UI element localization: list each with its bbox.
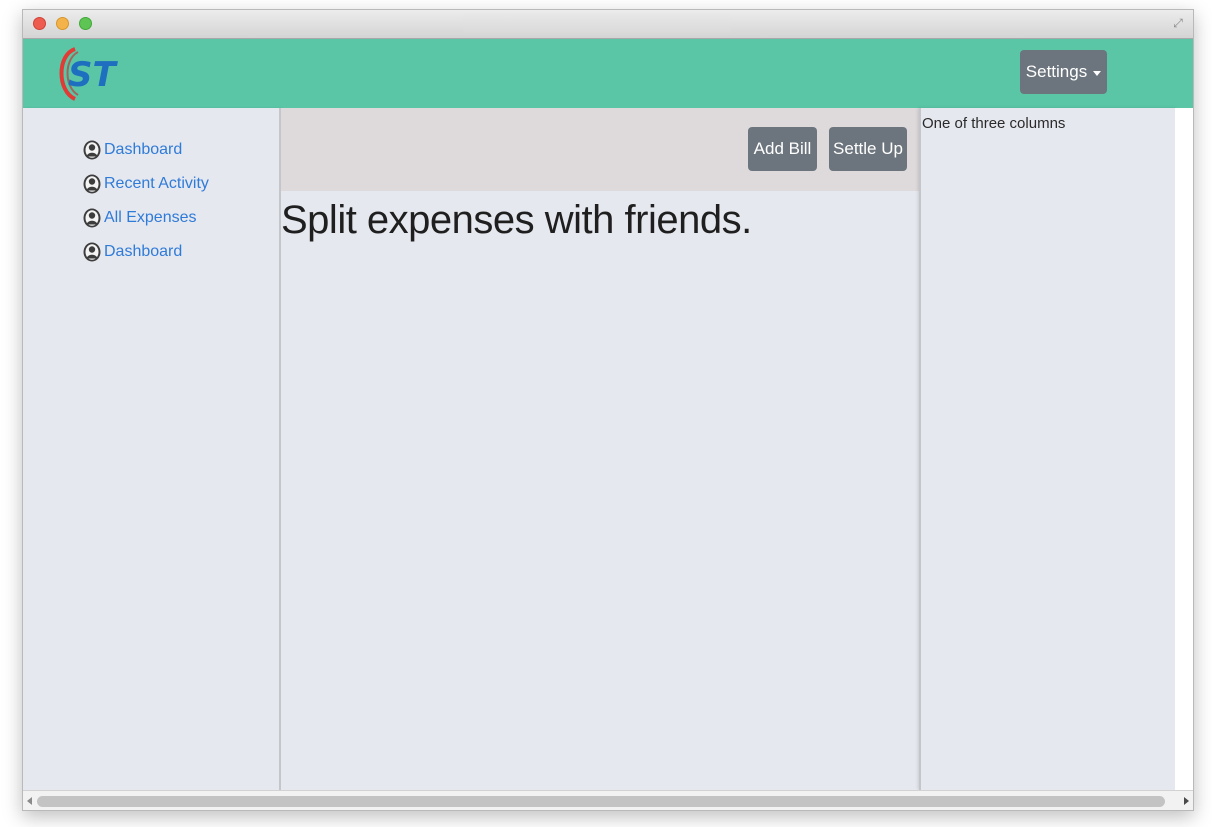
logo-icon: ST [59,47,118,101]
caret-down-icon [1093,70,1102,76]
settle-up-button[interactable]: Settle Up [829,127,907,171]
main-content: Add Bill Settle Up Split expenses with f… [281,108,919,790]
user-avatar-icon [83,208,101,228]
right-column-text: One of three columns [922,115,1066,132]
sidebar-item-dashboard[interactable]: Dashboard [83,133,209,167]
sidebar-item-label: Dashboard [104,243,183,260]
right-column: One of three columns [919,108,1177,790]
settings-dropdown-button[interactable]: Settings [1020,50,1107,94]
sidebar-item-label: Dashboard [104,141,183,158]
maximize-window-button[interactable] [79,17,92,30]
scrollbar-thumb[interactable] [37,796,1165,807]
add-bill-button[interactable]: Add Bill [748,127,817,171]
window-titlebar: ⤢ [23,10,1193,39]
settings-label: Settings [1025,62,1088,81]
scroll-right-arrow-icon[interactable] [1184,797,1189,805]
top-navbar: ST Settings [23,39,1193,108]
horizontal-scrollbar[interactable] [23,790,1193,810]
close-window-button[interactable] [33,17,46,30]
sidebar-item-label: All Expenses [104,209,197,226]
user-avatar-icon [83,140,101,160]
scroll-left-arrow-icon[interactable] [27,797,32,805]
user-avatar-icon [83,242,101,262]
right-gutter [1175,108,1193,790]
svg-text:ST: ST [68,55,118,95]
window-title-area [463,13,731,33]
user-avatar-icon [83,174,101,194]
sidebar-item-dashboard-2[interactable]: Dashboard [83,235,209,269]
sidebar-item-recent-activity[interactable]: Recent Activity [83,167,209,201]
browser-window: ⤢ ST Settings Dashboard Recent Activity … [22,9,1194,811]
page-headline: Split expenses with friends. [281,198,752,242]
app-logo[interactable]: ST [55,43,135,103]
sidebar-item-label: Recent Activity [104,175,209,192]
sidebar-item-all-expenses[interactable]: All Expenses [83,201,209,235]
sidebar-nav: Dashboard Recent Activity All Expenses D… [83,133,209,269]
fullscreen-icon[interactable]: ⤢ [1171,16,1185,30]
left-sidebar: Dashboard Recent Activity All Expenses D… [23,108,281,790]
action-toolbar: Add Bill Settle Up [281,108,919,191]
minimize-window-button[interactable] [56,17,69,30]
